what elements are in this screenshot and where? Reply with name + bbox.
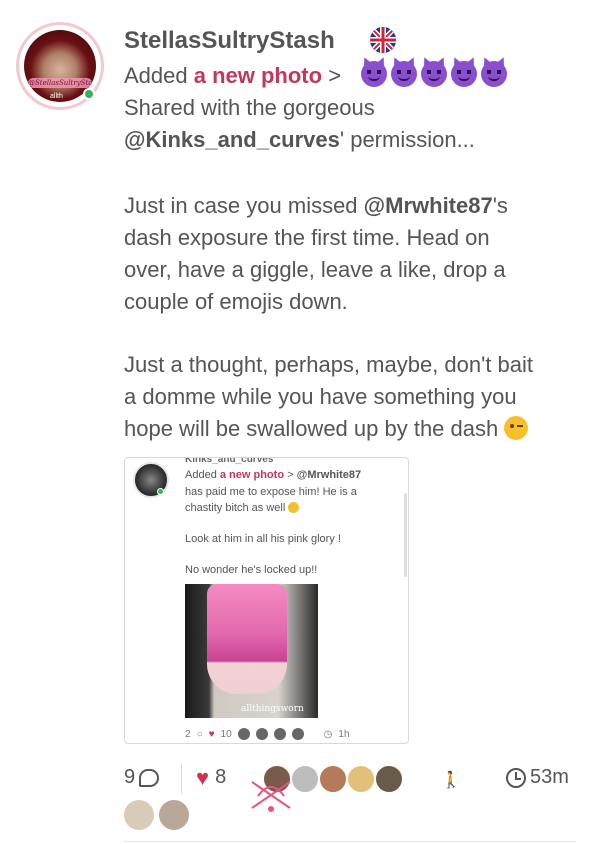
like-button[interactable]: ♥ 8 (196, 766, 226, 789)
author-username[interactable]: StellasSultryStash (124, 27, 335, 55)
embedded-link: a new photo (219, 469, 285, 481)
new-photo-link[interactable]: a new photo (194, 63, 322, 88)
post-time: 53m (506, 766, 569, 789)
smiling-devil-icon (421, 61, 447, 87)
post-text-line: hope will be swallowed up by the dash (124, 416, 529, 442)
embedded-time: 1h (338, 728, 350, 740)
smiling-devil-icon (451, 61, 477, 87)
embedded-online-dot (157, 488, 164, 495)
liker-avatar (273, 728, 286, 740)
clock-icon (506, 767, 526, 788)
comments-button[interactable]: 9 (124, 766, 160, 789)
avatar-tag: allth (50, 93, 63, 100)
author-avatar[interactable]: @StellasSultryStash allth (16, 22, 104, 110)
mention-link[interactable]: @Mrwhite87 (364, 193, 493, 218)
post-text-line: Shared with the gorgeous (124, 95, 375, 120)
post-text-line: dash exposure the first time. Head on (124, 225, 490, 250)
smiling-devil-icon (481, 61, 507, 87)
liker-avatar[interactable] (346, 764, 376, 794)
winking-face-icon (504, 416, 529, 440)
post-text-line: Just in case you missed @Mrwhite87's (124, 193, 508, 219)
text-span: Added (185, 469, 217, 481)
liker-avatar[interactable] (290, 764, 320, 794)
standing-person-icon: 🚶 (441, 772, 461, 789)
post-text-line: a domme while you have something you (124, 384, 517, 409)
post-action-line: Added a new photo > (124, 63, 341, 89)
heart-icon: ♥ (208, 728, 215, 740)
comment-icon: ○ (196, 728, 203, 740)
liker-avatar[interactable] (159, 800, 189, 830)
embedded-text-line: Look at him in all his pink glory ! (185, 533, 341, 545)
action-prefix: Added (124, 63, 188, 88)
embedded-mention: @Mrwhite87 (296, 469, 362, 481)
photo-watermark: allthingsworn (241, 704, 304, 714)
post-text-line: over, have a giggle, leave a like, drop … (124, 257, 506, 282)
liker-avatar[interactable] (374, 764, 404, 794)
time-text: 53m (530, 766, 569, 788)
text-span: hope will be swallowed up by the dash (124, 416, 499, 441)
liker-avatar[interactable] (318, 764, 348, 794)
clock-icon: ◷ (323, 728, 333, 740)
text-span: chastity bitch as well (185, 502, 286, 514)
smiling-devil-icon (361, 61, 387, 87)
heart-icon: ♥ (196, 764, 210, 790)
liker-avatar (237, 728, 250, 740)
liker-avatar (255, 728, 268, 740)
text-span: ' permission... (339, 127, 475, 152)
extra-liker-avatars[interactable] (124, 800, 189, 830)
post-divider (124, 841, 576, 842)
mention-link[interactable]: @Kinks_and_curves (124, 127, 340, 152)
comment-bubble-icon (139, 768, 160, 787)
text-span: 's (492, 193, 508, 218)
text-span: > (287, 469, 294, 481)
action-suffix: > (328, 63, 342, 88)
embedded-comment-count: 2 (185, 728, 191, 740)
online-status-dot (83, 88, 95, 100)
post-text-line: @Kinks_and_curves' permission... (124, 127, 475, 153)
photo-subject (207, 584, 287, 694)
comment-count: 9 (124, 766, 136, 788)
like-count: 8 (215, 766, 227, 788)
grimace-face-icon (288, 502, 300, 513)
embedded-like-count: 10 (220, 728, 232, 740)
emoji-row (361, 61, 507, 87)
embedded-username: Kinks_and_curves (185, 457, 274, 465)
liker-avatar (291, 728, 304, 740)
cupid-arrow-icon (251, 781, 291, 812)
smiling-devil-icon (391, 61, 417, 87)
embedded-text-line: chastity bitch as well (185, 502, 300, 514)
embedded-action-line: Added a new photo > @Mrwhite87 (185, 469, 361, 481)
avatar-watermark: @StellasSultryStash (28, 78, 96, 88)
text-span: Just in case you missed (124, 193, 364, 218)
post-text-line: Just a thought, perhaps, maybe, don't ba… (124, 352, 534, 377)
embedded-text-line: No wonder he's locked up!! (185, 564, 318, 576)
embedded-photo: allthingsworn (185, 584, 318, 718)
divider (181, 764, 182, 794)
embedded-text-line: has paid me to expose him! He is a (185, 486, 357, 498)
liker-avatar[interactable] (124, 800, 154, 830)
uk-flag-icon (370, 27, 396, 53)
post-text-line: couple of emojis down. (124, 289, 348, 314)
embedded-post-screenshot[interactable]: Kinks_and_curves Added a new photo > @Mr… (124, 457, 409, 744)
embedded-stats: 2 ○ ♥ 10 ◷ 1h (185, 728, 350, 740)
embedded-scrollbar (404, 493, 407, 577)
